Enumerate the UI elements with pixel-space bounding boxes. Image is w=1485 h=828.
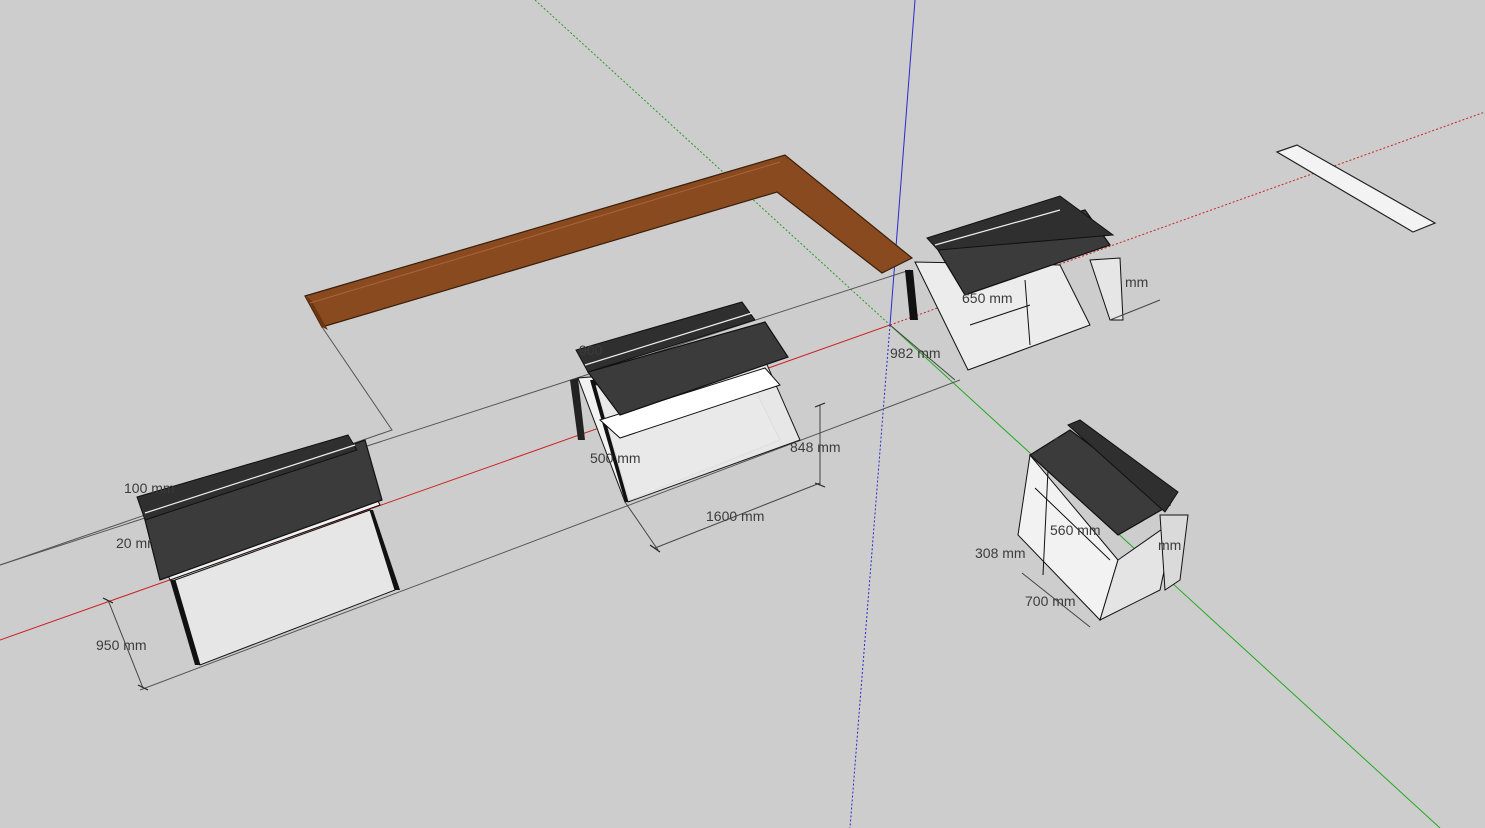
dim-label-982: 982 mm (890, 345, 941, 361)
dim-label-100: 100 mm (124, 480, 175, 496)
white-board[interactable] (1275, 144, 1437, 233)
desk-right[interactable] (905, 195, 1124, 371)
dim-label-700: 700 mm (1025, 593, 1076, 609)
model-canvas[interactable]: 100 mm 20 mm 950 mm 900 500 mm 848 mm 16… (0, 0, 1485, 828)
dim-label-308: 308 mm (975, 545, 1026, 561)
green-axis-dotted (534, 0, 891, 326)
dim-label-848: 848 mm (790, 439, 841, 455)
3d-viewport[interactable]: 100 mm 20 mm 950 mm 900 500 mm 848 mm 16… (0, 0, 1485, 828)
dim-label-950: 950 mm (96, 637, 147, 653)
desk-left[interactable] (136, 434, 400, 666)
dim-label-1600: 1600 mm (706, 508, 764, 524)
dim-label-20: 20 mm (116, 535, 159, 551)
desk-center[interactable] (570, 301, 801, 503)
dim-label-160: 160 (1053, 434, 1077, 450)
dim-label-560: 560 mm (1050, 522, 1101, 538)
dim-label-650: 650 mm (962, 290, 1013, 306)
dim-label-mm-right: mm (1125, 274, 1148, 290)
wood-countertop[interactable] (304, 154, 914, 330)
dim-label-900: 900 (579, 342, 603, 358)
blue-axis-dotted (849, 324, 891, 828)
dim-label-mm-cabinet: mm (1158, 537, 1181, 553)
dim-label-500: 500 mm (590, 450, 641, 466)
